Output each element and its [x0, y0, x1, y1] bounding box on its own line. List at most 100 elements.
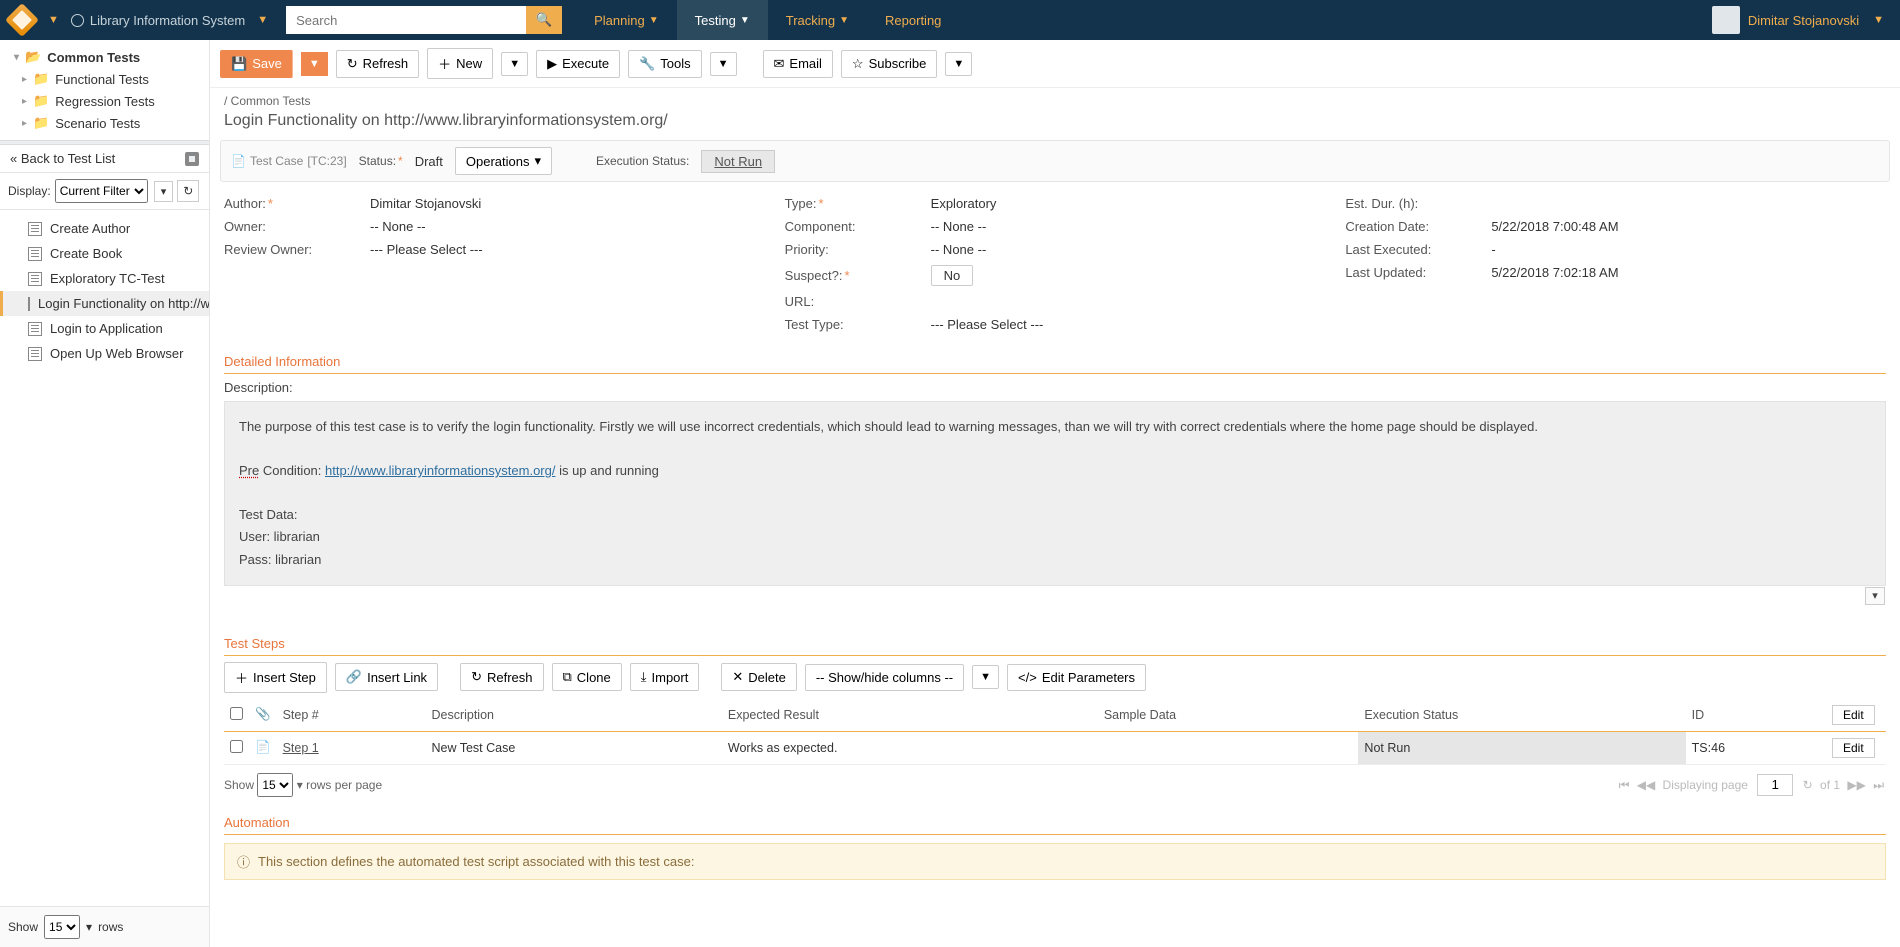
save-button[interactable]: 💾Save	[220, 50, 293, 78]
pager-prev-icon[interactable]: ◀◀	[1637, 778, 1655, 792]
display-filter-select[interactable]: Current Filter	[55, 179, 148, 203]
steps-refresh-button[interactable]: ↻Refresh	[460, 663, 543, 691]
exec-status-value[interactable]: Not Run	[701, 150, 775, 173]
prop-value[interactable]: Dimitar Stojanovski	[370, 196, 765, 211]
insert-step-button[interactable]: ＋Insert Step	[224, 662, 327, 693]
row-checkbox[interactable]	[230, 740, 243, 753]
tools-dropdown[interactable]: ▼	[710, 52, 737, 76]
save-dropdown[interactable]: ▼	[301, 52, 328, 76]
prop-value[interactable]: 5/22/2018 7:02:18 AM	[1491, 265, 1886, 280]
expand-icon: ▸	[22, 74, 27, 85]
new-dropdown[interactable]: ▼	[501, 52, 528, 76]
logo-dropdown[interactable]: ▼	[48, 14, 59, 26]
col-header[interactable]: Step #	[277, 699, 426, 732]
nav-planning[interactable]: Planning▼	[576, 0, 677, 40]
tree-folder[interactable]: ▸📁Regression Tests	[0, 90, 209, 112]
testcase-item[interactable]: Create Book	[0, 241, 209, 266]
col-header[interactable]: ID	[1686, 699, 1826, 732]
col-header[interactable]: Expected Result	[722, 699, 1098, 732]
prop-value[interactable]: -	[1491, 242, 1886, 257]
table-row[interactable]: 📄Step 1New Test CaseWorks as expected.No…	[224, 731, 1886, 764]
pager-rows-select[interactable]: 15	[257, 773, 293, 797]
display-dropdown[interactable]: ▾	[154, 181, 174, 202]
prop-value[interactable]: No	[931, 265, 1326, 286]
testcase-item[interactable]: Open Up Web Browser	[0, 341, 209, 366]
insert-link-button[interactable]: 🔗Insert Link	[335, 663, 438, 691]
prop-value[interactable]: -- None --	[931, 242, 1326, 257]
new-button[interactable]: ＋New	[427, 48, 493, 79]
show-hide-dropdown[interactable]: ▼	[972, 665, 999, 689]
back-to-list[interactable]: « Back to Test List	[10, 151, 115, 166]
step-link[interactable]: Step 1	[283, 741, 319, 755]
tree-folder[interactable]: ▸📁Functional Tests	[0, 68, 209, 90]
prop-value[interactable]: -- None --	[370, 219, 765, 234]
delete-button[interactable]: ✕Delete	[721, 663, 796, 691]
import-button[interactable]: ⤓Import	[630, 663, 700, 691]
show-hide-columns[interactable]: -- Show/hide columns --	[805, 664, 964, 691]
prop-value[interactable]: --- Please Select ---	[931, 317, 1326, 332]
status-value[interactable]: Draft	[415, 154, 443, 169]
pager-next-icon[interactable]: ▶▶	[1847, 778, 1865, 792]
col-header[interactable]: 📎	[249, 699, 277, 732]
status-label: Status:	[359, 154, 403, 168]
col-header[interactable]: Sample Data	[1098, 699, 1359, 732]
nav-tracking[interactable]: Tracking▼	[768, 0, 867, 40]
tree-root[interactable]: ▾ 📂 Common Tests	[0, 46, 209, 68]
select-all-checkbox[interactable]	[230, 707, 243, 720]
prop-key: Suspect?:	[785, 268, 925, 283]
email-button[interactable]: ✉Email	[763, 50, 833, 78]
edit-header-button[interactable]: Edit	[1832, 705, 1875, 725]
prop-value[interactable]: -- None --	[931, 219, 1326, 234]
sidebar-refresh[interactable]: ↻	[177, 180, 199, 202]
prop-value[interactable]: --- Please Select ---	[370, 242, 765, 257]
execute-button[interactable]: ▶Execute	[536, 50, 620, 78]
expand-icon[interactable]: ▾	[1865, 587, 1885, 605]
col-header[interactable]: Edit	[1826, 699, 1886, 732]
operations-dropdown[interactable]: Operations ▾	[455, 147, 552, 175]
refresh-button[interactable]: ↻Refresh	[336, 50, 419, 78]
testcase-label: Exploratory TC-Test	[50, 271, 165, 286]
edit-parameters-button[interactable]: </> Edit Parameters	[1007, 664, 1146, 691]
product-switcher[interactable]: Library Information System ▼	[71, 13, 274, 28]
pager-last-icon[interactable]: ⏭	[1873, 778, 1884, 792]
tools-button[interactable]: 🔧Tools	[628, 50, 702, 78]
breadcrumb[interactable]: / Common Tests	[210, 88, 1900, 110]
panel-toggle-icon[interactable]	[185, 152, 199, 166]
subscribe-dropdown[interactable]: ▼	[945, 52, 972, 76]
pager-first-icon[interactable]: ⏮	[1619, 778, 1630, 792]
app-logo[interactable]	[5, 3, 39, 37]
testcase-item[interactable]: Create Author	[0, 216, 209, 241]
pager-current-input[interactable]	[1757, 774, 1793, 796]
rows-dropdown[interactable]: ▾	[86, 920, 92, 934]
search-input[interactable]	[286, 6, 526, 34]
testcase-icon	[28, 297, 30, 311]
tree-folder[interactable]: ▸📁Scenario Tests	[0, 112, 209, 134]
prop-key: Type:	[785, 196, 925, 211]
edit-row-button[interactable]: Edit	[1832, 738, 1875, 758]
expand-icon: ▸	[22, 118, 27, 129]
col-header[interactable]: Execution Status	[1358, 699, 1685, 732]
subscribe-button[interactable]: ☆Subscribe	[841, 50, 937, 78]
nav-reporting[interactable]: Reporting	[867, 0, 959, 40]
prop-key: Last Executed:	[1345, 242, 1485, 257]
clone-button[interactable]: ⧉Clone	[552, 663, 622, 691]
rows-select[interactable]: 15	[44, 915, 80, 939]
precondition-link[interactable]: http://www.libraryinformationsystem.org/	[325, 463, 555, 478]
user-menu[interactable]: Dimitar Stojanovski ▼	[1712, 6, 1890, 34]
play-icon: ▶	[547, 56, 557, 72]
search-button[interactable]: 🔍	[526, 6, 562, 34]
pager-refresh-icon[interactable]: ↻	[1803, 778, 1813, 792]
description-box[interactable]: The purpose of this test case is to veri…	[224, 401, 1886, 586]
nav-testing[interactable]: Testing▼	[677, 0, 768, 40]
testcase-item[interactable]: Exploratory TC-Test	[0, 266, 209, 291]
collapse-icon: ▾	[14, 52, 19, 63]
col-header[interactable]: Description	[425, 699, 721, 732]
prop-value[interactable]: 5/22/2018 7:00:48 AM	[1491, 219, 1886, 234]
pager-rows-dropdown[interactable]: ▾	[297, 778, 303, 792]
testcase-label: Create Author	[50, 221, 130, 236]
tree-folder-label: Regression Tests	[55, 94, 154, 109]
testcase-item[interactable]: Login Functionality on http://w	[0, 291, 209, 316]
testcase-item[interactable]: Login to Application	[0, 316, 209, 341]
col-header[interactable]	[224, 699, 249, 732]
prop-value[interactable]: Exploratory	[931, 196, 1326, 211]
